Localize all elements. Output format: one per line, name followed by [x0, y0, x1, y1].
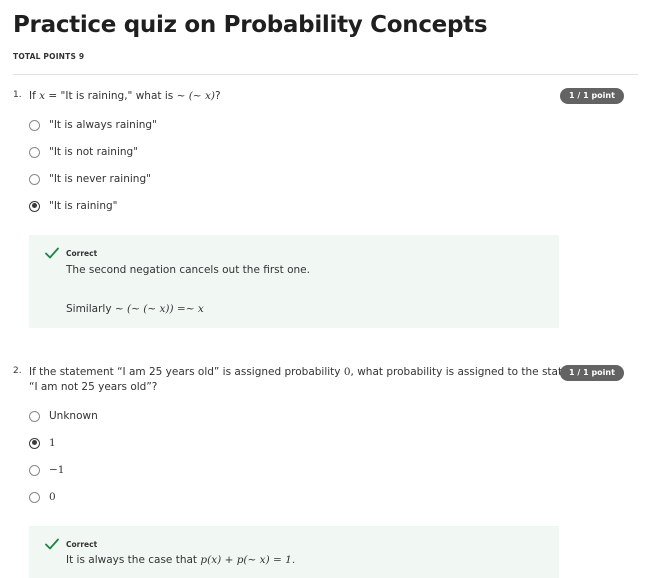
- q2-option-3[interactable]: −1: [29, 462, 64, 478]
- feedback-explanation: It is always the case that p(x) + p(∼ x)…: [66, 554, 295, 566]
- header-divider: [13, 74, 638, 75]
- q2-option-2[interactable]: 1: [29, 435, 56, 451]
- radio-button-selected[interactable]: [29, 200, 40, 212]
- q2-option-1[interactable]: Unknown: [29, 408, 98, 424]
- radio-button[interactable]: [29, 491, 40, 503]
- question-2-math-zero: 0: [343, 366, 351, 378]
- q1-option-4[interactable]: "It is raining": [29, 198, 118, 214]
- feedback-explanation-math: p(x) + p(∼ x) = 1.: [200, 554, 296, 566]
- question-1-score-badge: 1 / 1 point: [560, 88, 624, 104]
- q1-option-3-label: "It is never raining": [49, 173, 151, 185]
- radio-button[interactable]: [29, 410, 40, 422]
- feedback-example: Similarly ∼ (∼ (∼ x)) =∼ x: [66, 303, 204, 315]
- feedback-status: Correct: [66, 540, 98, 549]
- q1-option-4-label: "It is raining": [49, 200, 118, 212]
- check-icon: [45, 538, 59, 550]
- question-1-text: If x = "It is raining," what is ∼ (∼ x)?: [29, 89, 221, 104]
- feedback-explanation-pre: It is always the case that: [66, 554, 201, 566]
- radio-button[interactable]: [29, 464, 40, 476]
- feedback-status: Correct: [66, 249, 98, 258]
- page-title: Practice quiz on Probability Concepts: [13, 12, 488, 38]
- q1-option-1[interactable]: "It is always raining": [29, 117, 157, 133]
- radio-button[interactable]: [29, 173, 40, 185]
- q1-option-2[interactable]: "It is not raining": [29, 144, 138, 160]
- total-points: TOTAL POINTS 9: [13, 52, 85, 61]
- question-1-text-mid: = "It is raining," what is: [45, 90, 177, 102]
- radio-button[interactable]: [29, 119, 40, 131]
- q2-option-4-label: 0: [49, 491, 56, 503]
- question-1-feedback: Correct The second negation cancels out …: [29, 235, 559, 328]
- question-2-score-badge: 1 / 1 point: [560, 365, 624, 381]
- check-icon: [45, 247, 59, 259]
- q2-option-2-label: 1: [49, 437, 56, 449]
- question-1-math-expr: ∼ (∼ x): [176, 90, 215, 102]
- question-2-text-line-2: “I am not 25 years old”?: [29, 381, 158, 393]
- question-2-text-pre: If the statement “I am 25 years old” is …: [29, 366, 344, 378]
- radio-button[interactable]: [29, 146, 40, 158]
- question-2-number: 2.: [13, 366, 22, 376]
- question-1-text-post: ?: [214, 90, 221, 102]
- q1-option-1-label: "It is always raining": [49, 119, 157, 131]
- question-2-text-line-1: If the statement “I am 25 years old” is …: [29, 365, 596, 380]
- question-2-feedback: Correct It is always the case that p(x) …: [29, 526, 559, 578]
- q1-option-2-label: "It is not raining": [49, 146, 139, 158]
- question-1-text-pre: If: [29, 90, 40, 102]
- feedback-explanation: The second negation cancels out the firs…: [66, 264, 310, 276]
- q2-option-1-label: Unknown: [49, 410, 98, 422]
- radio-button-selected[interactable]: [29, 437, 40, 449]
- q1-option-3[interactable]: "It is never raining": [29, 171, 151, 187]
- question-1-number: 1.: [13, 90, 22, 100]
- feedback-example-pre: Similarly: [66, 303, 115, 315]
- q2-option-3-label: −1: [49, 464, 65, 476]
- question-2-text: If the statement “I am 25 years old” is …: [29, 365, 596, 395]
- q2-option-4[interactable]: 0: [29, 489, 56, 505]
- feedback-example-math: ∼ (∼ (∼ x)) =∼ x: [114, 303, 204, 315]
